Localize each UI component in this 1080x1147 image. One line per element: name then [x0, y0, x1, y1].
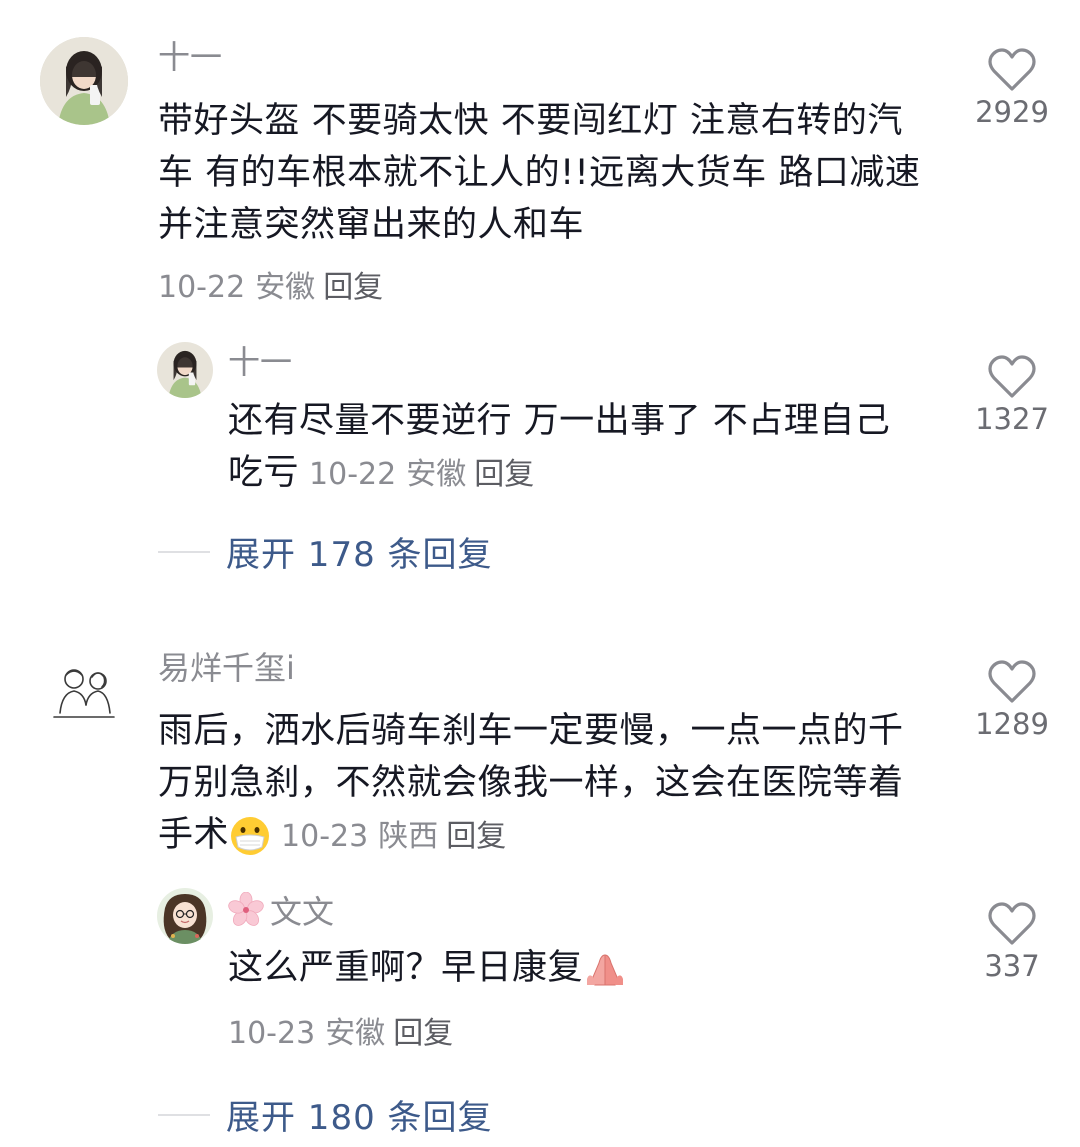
reply-content: 这么严重啊？早日康复 — [228, 948, 584, 988]
expand-replies-label: 展开 178 条回复 — [226, 535, 493, 575]
heart-icon — [988, 902, 1036, 945]
expand-replies-label: 展开 180 条回复 — [226, 1098, 493, 1138]
comment-text: 带好头盔 不要骑太快 不要闯红灯 注意右转的汽车 有的车根本就不让人的!!远离大… — [158, 95, 933, 251]
avatar[interactable] — [157, 888, 213, 944]
username[interactable]: 易烊千玺i — [158, 652, 295, 684]
like-count: 1327 — [975, 402, 1049, 436]
like-button[interactable]: 1289 — [962, 660, 1062, 739]
like-count: 1289 — [975, 707, 1049, 741]
reply-text: 还有尽量不要逆行 万一出事了 不占理自己吃亏 10-22 安徽 回复 — [228, 395, 918, 501]
like-button[interactable]: 337 — [962, 902, 1062, 981]
reply-button[interactable]: 回复 — [446, 819, 506, 854]
username-text: 文文 — [270, 893, 335, 931]
comment-location: 陕西 — [378, 819, 439, 854]
divider-line — [158, 550, 210, 553]
reply-button[interactable]: 回复 — [323, 270, 383, 305]
reply-date: 10-22 — [309, 457, 397, 492]
like-count: 2929 — [975, 95, 1049, 129]
expand-replies-button[interactable]: 展开 178 条回复 — [158, 527, 493, 576]
avatar[interactable] — [40, 647, 128, 735]
expand-replies-button[interactable]: 展开 180 条回复 — [158, 1090, 493, 1139]
reply-button[interactable]: 回复 — [474, 457, 534, 492]
avatar[interactable] — [157, 342, 213, 398]
praying-hands-emoji — [587, 954, 624, 986]
heart-icon — [988, 355, 1036, 398]
comment-text: 雨后，洒水后骑车刹车一定要慢，一点一点的千万别急刹，不然就会像我一样，这会在医院… — [158, 705, 918, 863]
divider-line — [158, 1113, 210, 1116]
reply-meta: 10-23 安徽 回复 — [228, 1008, 453, 1052]
comment-content: 带好头盔 不要骑太快 不要闯红灯 注意右转的汽车 有的车根本就不让人的!!远离大… — [158, 101, 921, 245]
comment-date: 10-23 — [281, 819, 369, 854]
heart-icon — [988, 660, 1036, 703]
reply-meta: 10-22 安徽 回复 — [309, 457, 534, 492]
reply-date: 10-23 — [228, 1016, 316, 1051]
comment-meta: 10-23 陕西 回复 — [281, 819, 506, 854]
reply-button[interactable]: 回复 — [393, 1016, 453, 1051]
mask-face-emoji — [231, 817, 270, 855]
reply-text: 这么严重啊？早日康复 — [228, 942, 918, 994]
username[interactable]: 十一 — [158, 41, 222, 73]
cherry-blossom-emoji — [228, 891, 264, 926]
heart-icon — [988, 48, 1036, 91]
comment-meta: 10-22 安徽 回复 — [158, 262, 383, 306]
avatar[interactable] — [40, 37, 128, 125]
reply-location: 安徽 — [325, 1016, 386, 1051]
comment-date: 10-22 — [158, 270, 246, 305]
username[interactable]: 文文 — [228, 891, 335, 931]
comment-location: 安徽 — [255, 270, 316, 305]
reply-location: 安徽 — [406, 457, 467, 492]
username[interactable]: 十一 — [228, 346, 292, 378]
like-button[interactable]: 1327 — [962, 355, 1062, 434]
like-count: 337 — [984, 949, 1040, 983]
like-button[interactable]: 2929 — [962, 48, 1062, 127]
